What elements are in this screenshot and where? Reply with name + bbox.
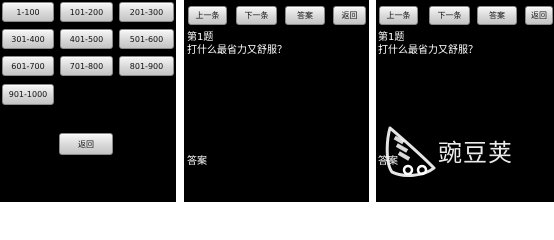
question-number: 第1题 — [378, 32, 405, 43]
range-button-1-100[interactable]: 1-100 — [2, 2, 54, 22]
range-button-201-300[interactable]: 201-300 — [119, 2, 174, 22]
question-text: 打什么最省力又舒服？ — [378, 45, 478, 56]
range-button-901-1000[interactable]: 901-1000 — [2, 84, 54, 105]
prev-button[interactable]: 上一条 — [188, 6, 227, 25]
range-button-701-800[interactable]: 701-800 — [60, 56, 113, 76]
range-menu-screen: 1-100 101-200 201-300 301-400 401-500 50… — [0, 0, 176, 202]
back-button[interactable]: 返回 — [333, 6, 366, 25]
question-screen: 上一条 下一条 答案 返回 第1题 打什么最省力又舒服？ 答案 — [184, 0, 369, 202]
answer-caption: 答案 — [187, 156, 207, 167]
question-number: 第1题 — [187, 32, 214, 43]
wandoujia-logo-icon — [385, 126, 436, 177]
range-button-601-700[interactable]: 601-700 — [2, 56, 54, 76]
back-button[interactable]: 返回 — [525, 6, 553, 25]
range-button-301-400[interactable]: 301-400 — [2, 29, 54, 49]
range-button-801-900[interactable]: 801-900 — [119, 56, 174, 76]
next-button[interactable]: 下一条 — [236, 6, 277, 25]
range-button-501-600[interactable]: 501-600 — [119, 29, 174, 49]
answer-button[interactable]: 答案 — [477, 6, 517, 25]
range-button-101-200[interactable]: 101-200 — [60, 2, 113, 22]
prev-button[interactable]: 上一条 — [379, 6, 418, 25]
range-button-401-500[interactable]: 401-500 — [60, 29, 113, 49]
question-text: 打什么最省力又舒服？ — [187, 45, 287, 56]
back-button[interactable]: 返回 — [59, 133, 113, 155]
watermark-text: 豌豆荚 — [438, 139, 513, 167]
answer-button[interactable]: 答案 — [285, 6, 325, 25]
next-button[interactable]: 下一条 — [429, 6, 470, 25]
question-screen-watermarked: 上一条 下一条 答案 返回 第1题 打什么最省力又舒服？ 答案 豌豆荚 — [376, 0, 554, 202]
